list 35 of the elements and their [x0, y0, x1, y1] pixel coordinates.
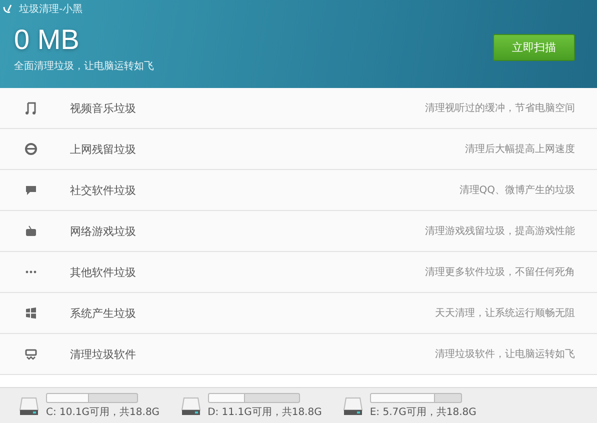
category-name: 网络游戏垃圾 [70, 224, 137, 238]
chat-icon [24, 183, 38, 197]
category-description: 清理QQ、微博产生的垃圾 [459, 184, 575, 197]
category-name: 社交软件垃圾 [70, 182, 137, 198]
category-row[interactable]: 其他软件垃圾 清理更多软件垃圾，不留任何死角 [0, 252, 597, 293]
header-subtitle: 全面清理垃圾，让电脑运转如飞 [14, 60, 154, 73]
category-row[interactable]: 系统产生垃圾 天天清理，让系统运行顺畅无阻 [0, 293, 597, 334]
category-name: 其他软件垃圾 [70, 264, 137, 280]
drive-label: D: 11.1G可用，共18.8G [208, 406, 322, 418]
category-description: 清理视听过的缓冲，节省电脑空间 [425, 102, 575, 115]
category-description: 清理更多软件垃圾，不留任何死角 [425, 266, 575, 279]
category-name: 视频音乐垃圾 [70, 100, 137, 116]
browser-icon [24, 142, 38, 156]
category-description: 清理垃圾软件，让电脑运转如飞 [435, 348, 575, 361]
junk-size: 0 MB [14, 24, 80, 56]
windows-icon [24, 306, 38, 320]
category-row[interactable]: 视频音乐垃圾 清理视听过的缓冲，节省电脑空间 [0, 88, 597, 129]
category-name: 系统产生垃圾 [70, 306, 137, 320]
category-row[interactable]: 上网残留垃圾 清理后大幅提高上网速度 [0, 129, 597, 170]
window-title: 垃圾清理-小黑 [19, 2, 83, 16]
hard-drive-icon [18, 394, 40, 416]
category-row[interactable]: 清理垃圾软件 清理垃圾软件，让电脑运转如飞 [0, 334, 597, 375]
category-description: 天天清理，让系统运行顺畅无阻 [435, 306, 575, 320]
drive-label: E: 5.7G可用，共18.8G [370, 406, 476, 418]
category-description: 清理游戏残留垃圾，提高游戏性能 [425, 224, 575, 238]
category-row[interactable]: 社交软件垃圾 清理QQ、微博产生的垃圾 [0, 170, 597, 211]
category-description: 清理后大幅提高上网速度 [465, 142, 575, 156]
hard-drive-icon [180, 394, 202, 416]
music-icon [24, 101, 38, 115]
category-row[interactable]: 网络游戏垃圾 清理游戏残留垃圾，提高游戏性能 [0, 211, 597, 252]
category-name: 清理垃圾软件 [70, 346, 137, 362]
game-icon [24, 224, 38, 238]
category-name: 上网残留垃圾 [70, 142, 137, 156]
hard-drive-icon [342, 394, 364, 416]
drive-label: C: 10.1G可用，共18.8G [46, 406, 160, 418]
